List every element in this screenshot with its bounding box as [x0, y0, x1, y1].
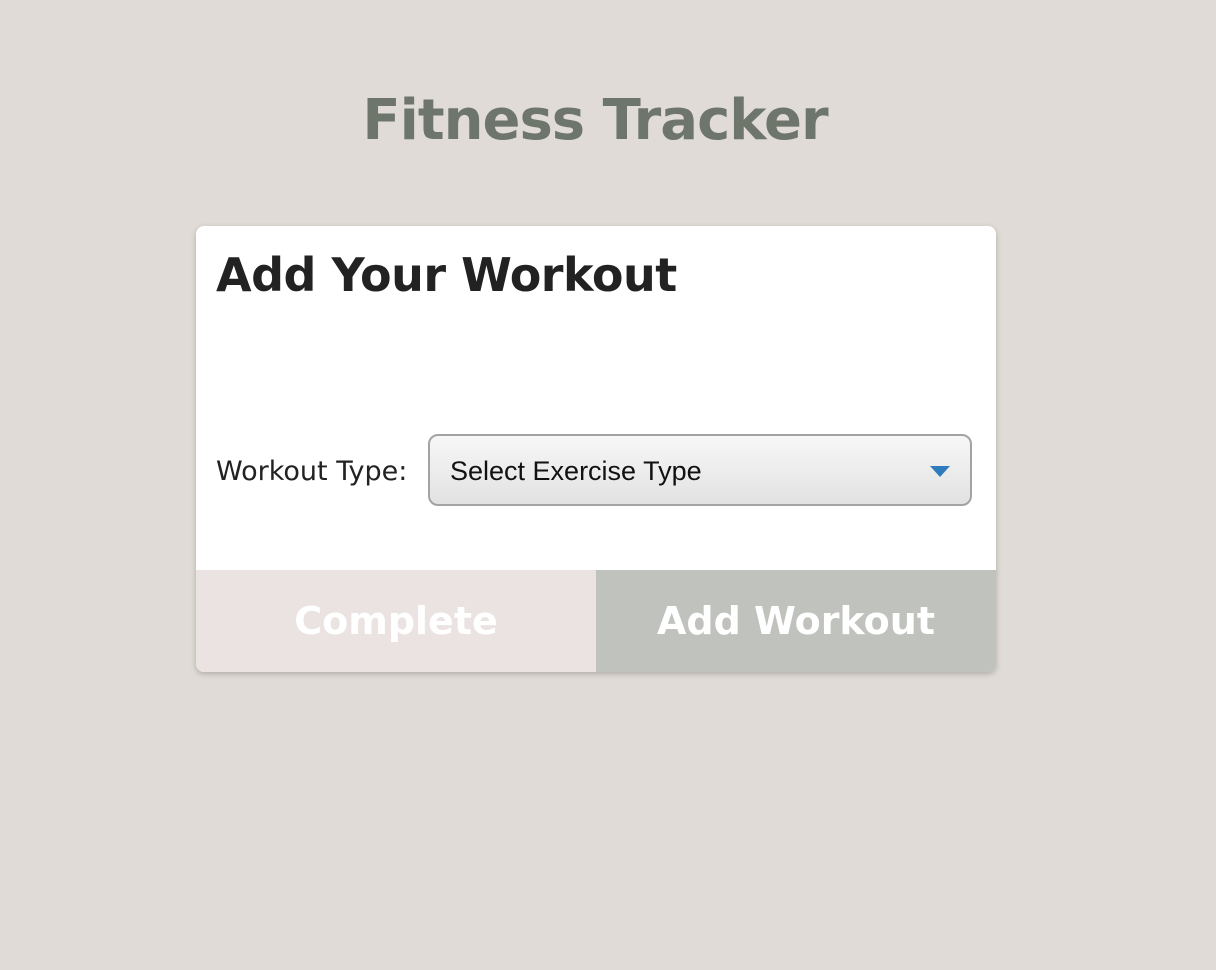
- workout-type-select-value: Select Exercise Type: [450, 456, 702, 486]
- card-title: Add Your Workout: [216, 248, 677, 302]
- chevron-down-icon: [930, 466, 950, 477]
- add-workout-button[interactable]: Add Workout: [596, 570, 996, 672]
- workout-type-select[interactable]: Select Exercise Type: [428, 434, 972, 506]
- app-title: Fitness Tracker: [362, 88, 828, 153]
- workout-type-label: Workout Type:: [216, 456, 408, 487]
- complete-button[interactable]: Complete: [196, 570, 596, 672]
- workout-card: Add Your Workout Workout Type: Select Ex…: [196, 226, 996, 672]
